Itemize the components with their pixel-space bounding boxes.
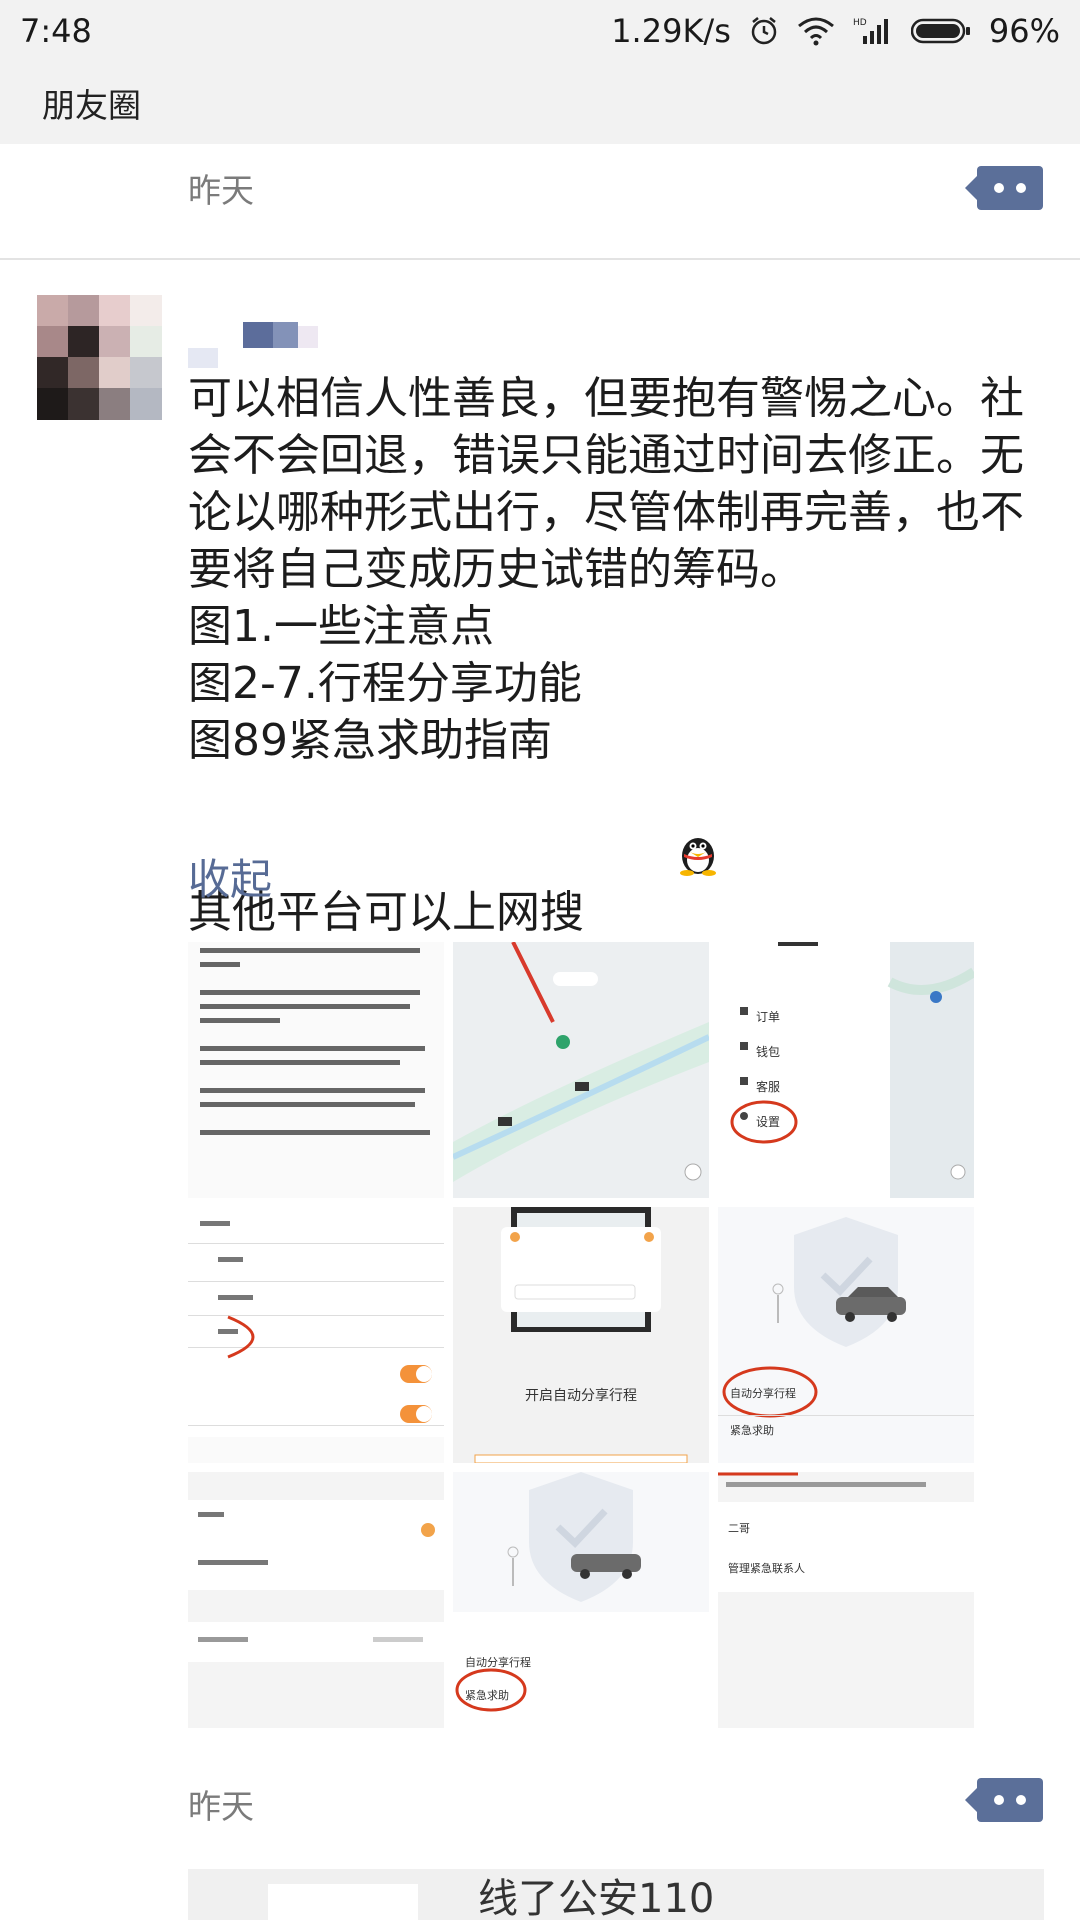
avatar[interactable]	[37, 295, 162, 420]
battery-icon	[910, 17, 971, 45]
img6-auto-share-row: 自动分享行程	[730, 1387, 796, 1400]
next-post-preview-text: 线了公安110	[478, 1876, 715, 1920]
image-grid: 订单 钱包 客服 设置 开启自动分享行程 自动分享行程 紧急求助 自动分享行程 …	[188, 942, 978, 1728]
menu-item-orders: 订单	[756, 1010, 781, 1024]
menu-item-wallet: 钱包	[756, 1045, 781, 1059]
moments-feed[interactable]: 昨天 可以相信人性善良，但要抱有警惕之心。社会不会回退，错误只能通过时间去修正。…	[0, 144, 1080, 1920]
auto-share-title: 开启自动分享行程	[525, 1388, 637, 1404]
battery-percent: 96%	[988, 12, 1060, 50]
status-bar: 7:48 1.29K/s HD 96%	[0, 0, 1080, 62]
next-post-preview[interactable]: 线了公安110	[188, 1869, 1044, 1920]
hd-signal-icon: HD	[853, 16, 893, 46]
image-thumb-9[interactable]: 二哥 管理紧急联系人	[718, 1472, 974, 1728]
previous-post-time: 昨天	[188, 171, 254, 210]
post-text: 可以相信人性善良，但要抱有警惕之心。社会不会回退，错误只能通过时间去修正。无论以…	[188, 370, 1048, 949]
menu-item-settings: 设置	[756, 1115, 781, 1129]
image-thumb-7[interactable]	[188, 1472, 444, 1728]
page-header: 朋友圈	[0, 62, 1080, 144]
page-title: 朋友圈	[42, 86, 141, 125]
image-thumb-2[interactable]	[453, 942, 709, 1198]
penguin-emoji-icon	[588, 769, 724, 949]
svg-text:HD: HD	[853, 18, 867, 28]
post-comment-button[interactable]	[965, 1778, 1043, 1822]
img9-manage-row: 管理紧急联系人	[728, 1562, 805, 1575]
network-speed: 1.29K/s	[611, 12, 731, 50]
status-right: 1.29K/s HD 96%	[611, 12, 1060, 50]
image-thumb-5[interactable]: 开启自动分享行程	[453, 1207, 709, 1463]
wifi-icon	[797, 16, 835, 46]
image-thumb-1[interactable]	[188, 942, 444, 1198]
image-thumb-8[interactable]: 自动分享行程 紧急求助	[453, 1472, 709, 1728]
alarm-icon	[749, 16, 779, 46]
image-thumb-3[interactable]: 订单 钱包 客服 设置	[718, 942, 974, 1198]
image-thumb-4[interactable]	[188, 1207, 444, 1463]
img8-auto-share-row: 自动分享行程	[465, 1656, 531, 1669]
img8-emergency-row: 紧急求助	[465, 1689, 509, 1702]
post-time: 昨天	[188, 1787, 254, 1826]
status-time: 7:48	[20, 12, 92, 50]
menu-item-service: 客服	[756, 1080, 781, 1094]
img6-emergency-row: 紧急求助	[730, 1424, 774, 1437]
divider	[0, 258, 1080, 260]
comment-more-button[interactable]	[965, 166, 1043, 210]
img9-contact-row: 二哥	[728, 1522, 750, 1535]
author-name[interactable]	[188, 322, 328, 372]
collapse-link[interactable]: 收起	[188, 846, 272, 907]
image-thumb-6[interactable]: 自动分享行程 紧急求助	[718, 1207, 974, 1463]
